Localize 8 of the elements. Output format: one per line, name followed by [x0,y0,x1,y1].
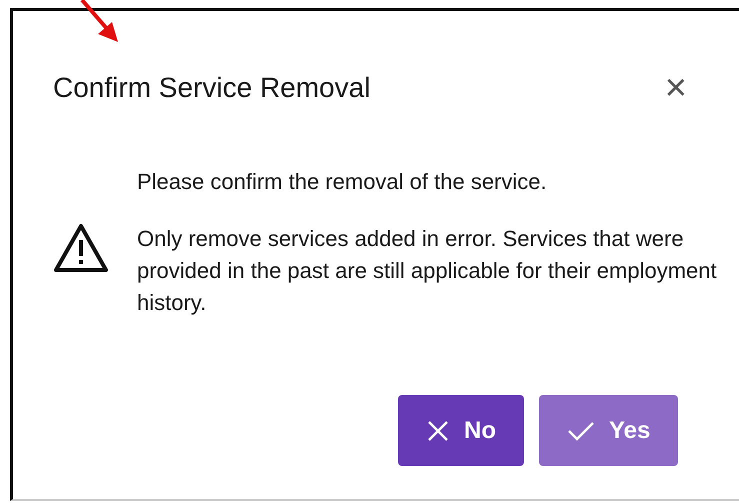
close-icon [426,418,450,442]
warning-icon [53,223,109,273]
no-button[interactable]: No [398,395,524,466]
check-icon [567,420,595,442]
confirmation-message: Please confirm the removal of the service. [137,169,548,195]
close-button[interactable]: × [660,69,691,107]
warning-message: Only remove services added in error. Services that were provided in the past are still applicable for their employment history. [137,225,717,317]
dialog-title: Confirm Service Removal [53,72,370,104]
